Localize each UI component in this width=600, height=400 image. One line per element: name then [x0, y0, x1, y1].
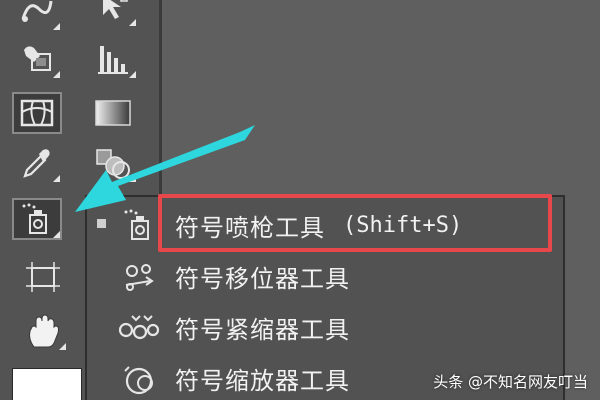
symbol-shifter-icon — [117, 256, 161, 296]
curvature-tool[interactable] — [12, 0, 62, 32]
menu-item-label: 符号移位器工具 — [175, 264, 350, 293]
watermark-text: 头条 @不知名网友叮当 — [433, 373, 588, 391]
hand-tool[interactable] — [18, 310, 68, 352]
graph-icon — [94, 42, 132, 76]
shape-builder-tool[interactable] — [12, 38, 62, 80]
mesh-icon — [19, 98, 55, 128]
symbol-sprayer-icon — [18, 202, 56, 236]
blend-icon — [93, 146, 133, 180]
graph-tool[interactable] — [88, 38, 138, 80]
app-screen: 符号喷枪工具 (Shift+S) 符号移位器工具 符号紧缩器工具 符号缩放器工具… — [0, 0, 600, 400]
menu-item-label: 符号缩放器工具 — [175, 366, 350, 395]
active-tool-indicator — [97, 219, 106, 228]
blend-tool[interactable] — [88, 142, 138, 184]
eyedropper-tool[interactable] — [12, 142, 62, 184]
mesh-tool[interactable] — [12, 92, 62, 134]
gradient-icon — [93, 98, 133, 128]
artboard-icon — [24, 260, 62, 294]
pen-curvature-icon — [19, 0, 55, 27]
eyedropper-icon — [19, 146, 55, 180]
menu-item-label: 符号紧缩器工具 — [175, 315, 350, 344]
symbol-scruncher-icon — [117, 307, 161, 347]
symbol-sprayer-tool[interactable] — [12, 198, 62, 240]
direct-select-icon — [95, 0, 131, 23]
shape-builder-icon — [18, 42, 56, 76]
highlight-annotation-box — [158, 194, 552, 252]
symbol-sizer-icon — [117, 358, 161, 398]
fill-color-swatch[interactable] — [12, 368, 82, 400]
menu-item-symbol-shifter[interactable]: 符号移位器工具 — [117, 252, 557, 300]
menu-item-symbol-scruncher[interactable]: 符号紧缩器工具 — [117, 303, 557, 351]
hand-icon — [24, 313, 62, 349]
artboard-tool[interactable] — [18, 256, 68, 298]
gradient-tool[interactable] — [88, 92, 138, 134]
direct-selection-tool[interactable] — [88, 0, 138, 28]
symbol-sprayer-icon — [117, 205, 161, 245]
